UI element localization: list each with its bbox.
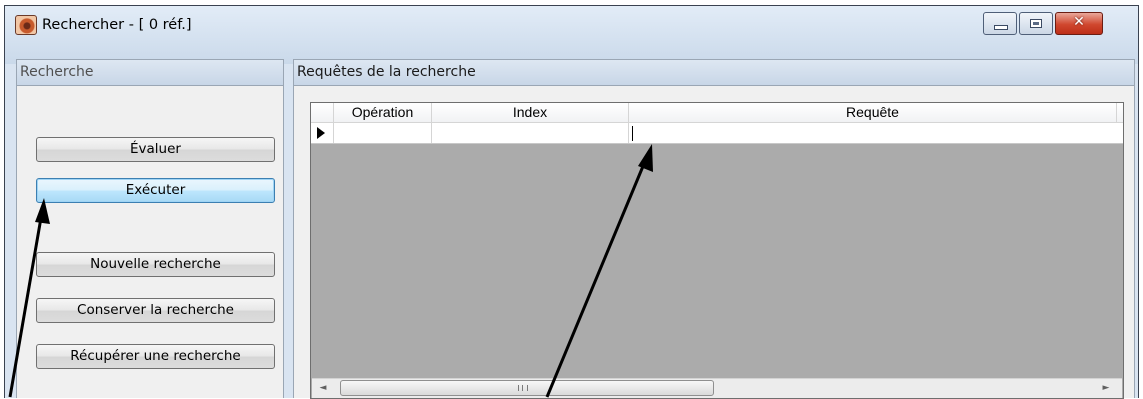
title-bar[interactable]: Rechercher - [ 0 réf.] ✕	[5, 6, 1138, 64]
execute-button[interactable]: Exécuter	[36, 178, 275, 203]
queries-panel-header: Requêtes de la recherche	[294, 60, 1134, 86]
keep-search-button[interactable]: Conserver la recherche	[36, 298, 275, 323]
new-search-button[interactable]: Nouvelle recherche	[36, 252, 275, 277]
close-button[interactable]: ✕	[1055, 12, 1103, 35]
queries-panel-title: Requêtes de la recherche	[297, 64, 476, 80]
close-icon: ✕	[1073, 14, 1085, 30]
window-title: Rechercher - [ 0 réf.]	[42, 17, 192, 33]
eye-app-icon	[15, 15, 37, 35]
cell-separator	[333, 123, 334, 143]
text-caret	[632, 126, 633, 141]
scroll-thumb[interactable]	[340, 380, 714, 396]
minimize-icon	[994, 25, 1008, 30]
search-panel: Recherche Évaluer Exécuter Nouvelle rech…	[16, 59, 284, 398]
column-header-requete[interactable]: Requête	[629, 103, 1116, 123]
maximize-icon	[1030, 19, 1042, 28]
column-separator	[1116, 103, 1117, 122]
cell-separator	[431, 123, 432, 143]
cell-separator	[628, 123, 629, 143]
queries-panel: Requêtes de la recherche Opération Index…	[293, 59, 1135, 399]
table-row[interactable]	[311, 123, 1123, 144]
grip-icon	[518, 385, 528, 391]
minimize-button[interactable]	[983, 12, 1017, 35]
maximize-button[interactable]	[1019, 12, 1053, 35]
column-header-index[interactable]: Index	[432, 103, 628, 123]
queries-grid[interactable]: Opération Index Requête ◄ ►	[310, 102, 1124, 399]
grid-header-row: Opération Index Requête	[311, 103, 1123, 123]
scroll-left-arrow-icon[interactable]: ◄	[314, 379, 332, 398]
column-header-operation[interactable]: Opération	[334, 103, 431, 123]
search-panel-header: Recherche	[17, 60, 283, 86]
retrieve-search-button[interactable]: Récupérer une recherche	[36, 344, 275, 369]
horizontal-scrollbar[interactable]: ◄ ►	[312, 378, 1122, 398]
evaluate-button[interactable]: Évaluer	[36, 137, 275, 162]
current-row-indicator-icon	[317, 127, 325, 139]
search-panel-title: Recherche	[20, 64, 94, 80]
scroll-right-arrow-icon[interactable]: ►	[1097, 379, 1115, 398]
